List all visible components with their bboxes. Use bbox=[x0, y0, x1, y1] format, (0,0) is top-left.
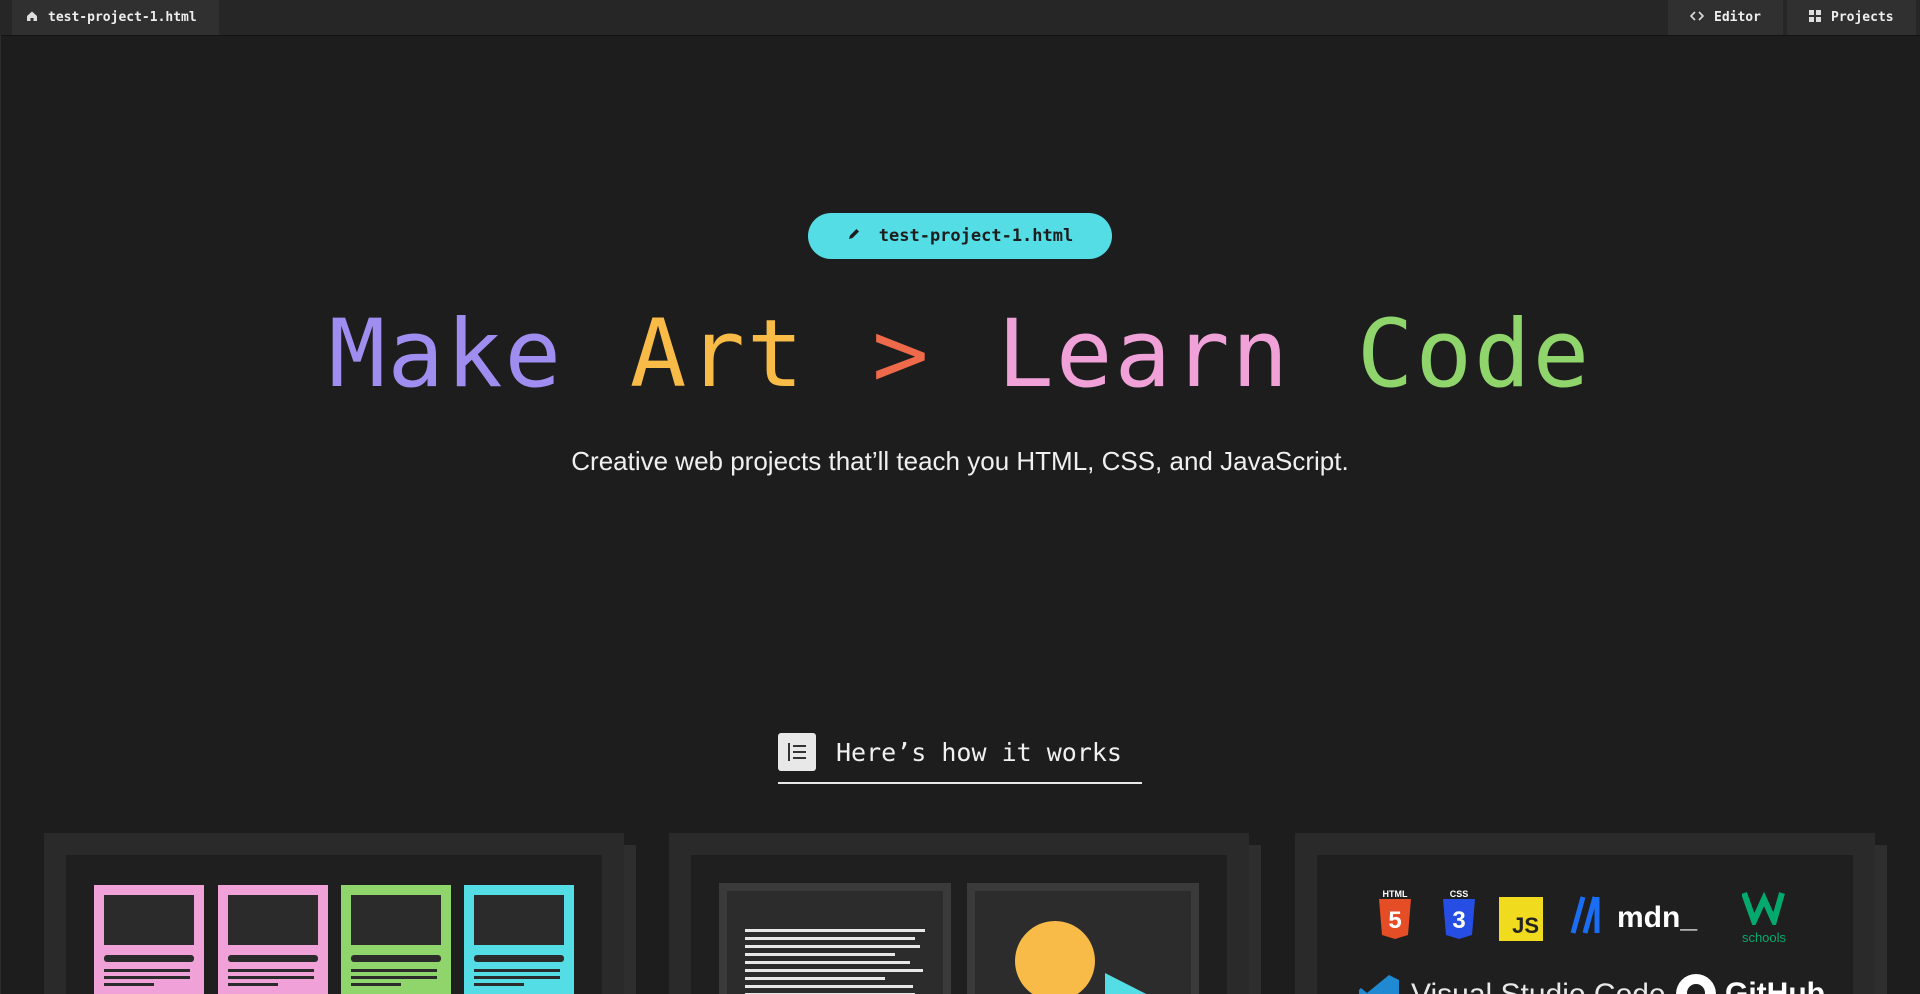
headline-art: Art bbox=[629, 300, 806, 409]
card-edge bbox=[1875, 845, 1887, 994]
step-card-2-illustration bbox=[691, 855, 1227, 994]
headline-make: Make bbox=[328, 300, 564, 409]
headline-learn: Learn bbox=[997, 300, 1291, 409]
step-card-3: HTML 5 CSS 3 JS mdn_ schools GitHub bbox=[1295, 833, 1875, 994]
project-thumbnail bbox=[464, 885, 574, 994]
grid-icon bbox=[1809, 9, 1821, 26]
css3-logo: CSS 3 bbox=[1441, 889, 1477, 944]
file-tab-label: test-project-1.html bbox=[48, 10, 197, 25]
left-border bbox=[0, 35, 1, 994]
editor-button[interactable]: Editor bbox=[1668, 0, 1783, 35]
svg-text:3: 3 bbox=[1452, 907, 1465, 934]
home-icon bbox=[26, 10, 38, 26]
card-edge bbox=[1249, 845, 1261, 994]
github-logo: GitHub bbox=[1675, 973, 1825, 994]
shapes-illustration bbox=[1015, 921, 1147, 994]
preview-panel bbox=[967, 883, 1199, 994]
project-name-pill[interactable]: test-project-1.html bbox=[808, 213, 1112, 259]
project-thumbnail bbox=[218, 885, 328, 994]
step-card-1 bbox=[44, 833, 624, 994]
code-panel bbox=[719, 883, 951, 994]
mdn-logo: mdn_ bbox=[1569, 895, 1697, 935]
w3schools-logo: schools bbox=[1737, 891, 1791, 945]
svg-text:5: 5 bbox=[1388, 907, 1401, 934]
project-thumbnail bbox=[94, 885, 204, 994]
projects-label: Projects bbox=[1831, 10, 1894, 25]
code-icon bbox=[1689, 10, 1705, 26]
list-icon bbox=[778, 733, 816, 771]
hero-headline: Make Art > Learn Code bbox=[0, 295, 1920, 415]
vscode-logo: Visual Studio Code bbox=[1357, 973, 1666, 994]
project-thumbnail bbox=[341, 885, 451, 994]
hero-subtitle: Creative web projects that’ll teach you … bbox=[571, 446, 1349, 476]
step-card-3-logos: HTML 5 CSS 3 JS mdn_ schools GitHub bbox=[1317, 855, 1853, 994]
headline-code: Code bbox=[1356, 300, 1592, 409]
top-bar: test-project-1.html Editor Projects bbox=[0, 0, 1920, 36]
step-card-2 bbox=[669, 833, 1249, 994]
project-name-label: test-project-1.html bbox=[878, 226, 1074, 246]
step-card-1-illustration bbox=[66, 855, 602, 994]
headline-arrow: > bbox=[872, 300, 931, 409]
file-tab[interactable]: test-project-1.html bbox=[12, 0, 219, 35]
html5-logo: HTML 5 bbox=[1377, 889, 1413, 944]
how-it-works-title: Here’s how it works bbox=[836, 737, 1122, 767]
pencil-icon bbox=[847, 226, 861, 246]
javascript-logo: JS bbox=[1499, 897, 1543, 941]
how-it-works-heading: Here’s how it works bbox=[778, 722, 1142, 784]
projects-button[interactable]: Projects bbox=[1787, 0, 1916, 35]
editor-label: Editor bbox=[1714, 10, 1761, 25]
card-edge bbox=[624, 845, 636, 994]
